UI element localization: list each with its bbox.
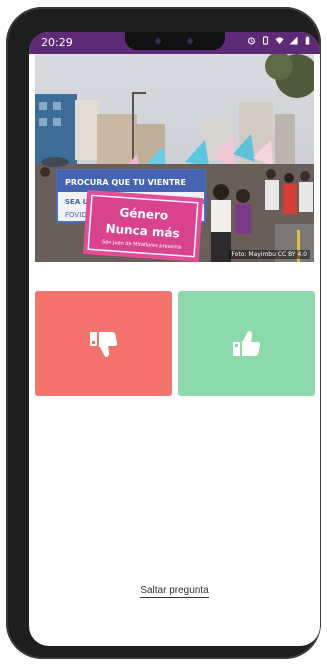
- signal-icon: [289, 36, 298, 45]
- skip-question-link[interactable]: Saltar pregunta: [140, 585, 209, 598]
- dislike-button[interactable]: [35, 291, 172, 396]
- status-time: 20:29: [41, 36, 73, 49]
- status-icons: [247, 36, 312, 45]
- camera-notch: [125, 32, 225, 50]
- status-bar: 20:29: [29, 32, 320, 54]
- thumbs-down-icon: [89, 331, 117, 357]
- banner-back-text: PROCURA QUE TU VIENTRE: [65, 178, 186, 187]
- camera-icon: [155, 38, 161, 44]
- app-screen: 20:29 PROCURA QUE TU VIENTRE SEA FOVIDA …: [29, 32, 320, 646]
- vote-buttons: [35, 291, 315, 396]
- wifi-icon: [275, 37, 284, 45]
- protest-photo-image: PROCURA QUE TU VIENTRE SEA UNA CUNA Y NO…: [35, 54, 314, 262]
- question-photo: PROCURA QUE TU VIENTRE SEA UNA CUNA Y NO…: [35, 54, 314, 262]
- photo-credit: Foto: Mayimbu CC BY 4.0: [228, 250, 310, 259]
- phone-frame: 20:29 PROCURA QUE TU VIENTRE SEA FOVIDA …: [6, 7, 321, 659]
- battery-icon: [305, 36, 310, 45]
- alarm-icon: [247, 37, 256, 45]
- skip-question: Saltar pregunta: [29, 585, 320, 598]
- sensor-icon: [187, 38, 193, 44]
- thumbs-up-icon: [232, 330, 260, 356]
- like-button[interactable]: [178, 291, 315, 396]
- vibrate-icon: [262, 36, 269, 45]
